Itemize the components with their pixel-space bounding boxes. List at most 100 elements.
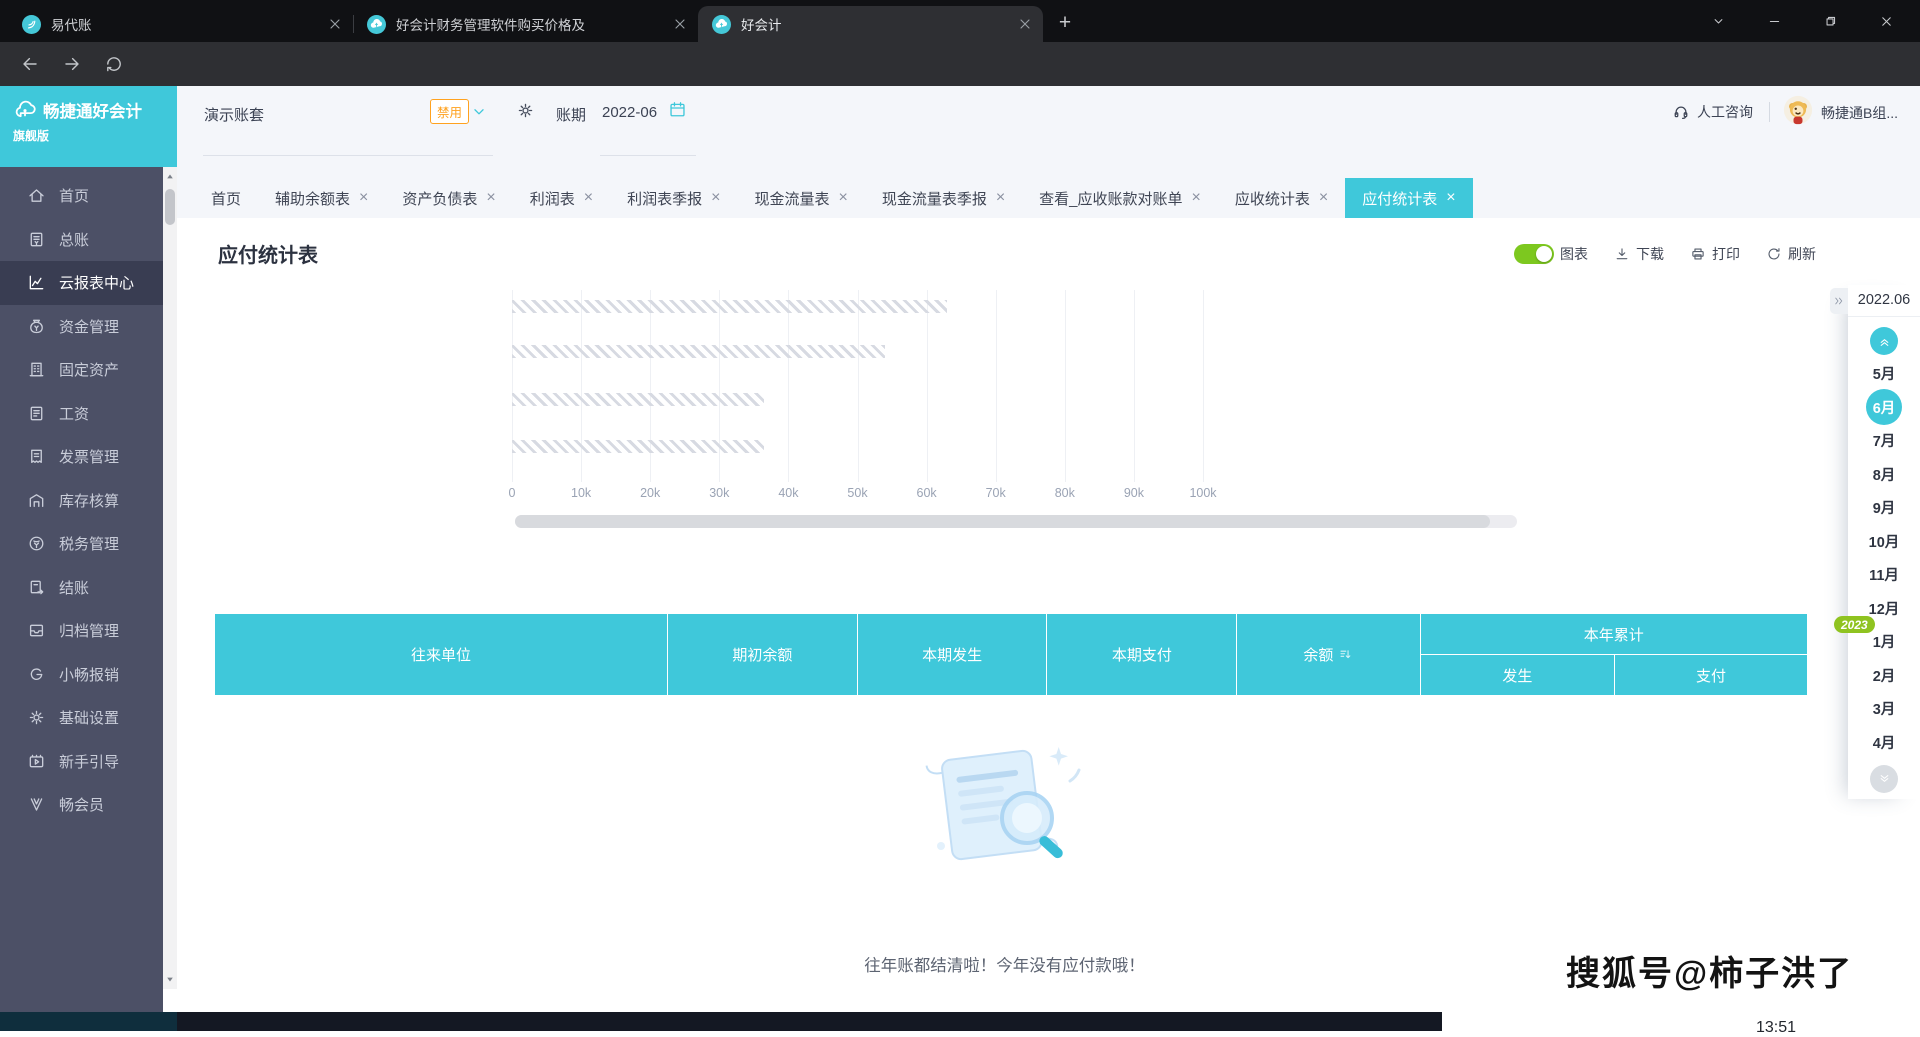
back-icon[interactable] bbox=[20, 54, 40, 74]
report-tab[interactable]: 利润表 bbox=[513, 178, 610, 218]
new-tab-button[interactable]: + bbox=[1051, 10, 1079, 38]
report-tab[interactable]: 首页 bbox=[194, 178, 258, 218]
column-header-balance[interactable]: 余额 bbox=[1237, 614, 1419, 695]
sidebar-item[interactable]: 归档管理 bbox=[0, 609, 163, 653]
report-tab[interactable]: 辅助余额表 bbox=[258, 178, 385, 218]
report-tab-bar: 首页 辅助余额表 资产负债表 利润表 利润表季报 现金流量表 现金流量表季报 bbox=[177, 178, 1473, 218]
sidebar-item[interactable]: 总账 bbox=[0, 218, 163, 262]
tab-close-icon[interactable] bbox=[327, 16, 343, 32]
tab-close-icon[interactable] bbox=[486, 190, 495, 206]
column-subheader[interactable]: 支付 bbox=[1615, 655, 1807, 695]
chart-bar[interactable] bbox=[512, 440, 764, 453]
sidebar-scrollbar[interactable] bbox=[163, 167, 177, 989]
sort-icon[interactable] bbox=[1338, 647, 1353, 662]
month-item[interactable]: 2023 1月 bbox=[1848, 625, 1920, 659]
month-item[interactable]: 3月 bbox=[1848, 692, 1920, 726]
tab-close-icon[interactable] bbox=[1192, 190, 1201, 206]
sidebar-item[interactable]: 首页 bbox=[0, 174, 163, 218]
column-subheader[interactable]: 发生 bbox=[1421, 655, 1615, 695]
sidebar-item[interactable]: 基础设置 bbox=[0, 696, 163, 740]
column-header[interactable]: 期初余额 bbox=[668, 614, 857, 695]
month-item[interactable]: 2月 bbox=[1848, 659, 1920, 693]
report-tab[interactable]: 查看_应收账款对账单 bbox=[1022, 178, 1218, 218]
account-chevron-down-icon[interactable] bbox=[470, 103, 488, 121]
months-scroll-up-button[interactable] bbox=[1870, 327, 1898, 355]
user-name[interactable]: 畅捷通B组... bbox=[1821, 103, 1898, 123]
sidebar-item[interactable]: 库存核算 bbox=[0, 479, 163, 523]
browser-tab[interactable]: 好会计财务管理软件购买价格及 bbox=[353, 6, 698, 42]
toggle-on-switch[interactable] bbox=[1514, 244, 1554, 264]
tab-close-icon[interactable] bbox=[1017, 16, 1033, 32]
chart-bar[interactable] bbox=[512, 300, 947, 313]
tab-close-icon[interactable] bbox=[1446, 190, 1455, 206]
scroll-down-icon[interactable] bbox=[163, 972, 177, 986]
forward-icon[interactable] bbox=[62, 54, 82, 74]
report-tab[interactable]: 应付统计表 bbox=[1345, 178, 1472, 218]
column-header[interactable]: 往来单位 bbox=[215, 614, 667, 695]
tab-close-icon[interactable] bbox=[1319, 190, 1328, 206]
tab-close-icon[interactable] bbox=[359, 190, 368, 206]
tab-close-icon[interactable] bbox=[584, 190, 593, 206]
gear-icon[interactable] bbox=[516, 101, 535, 120]
scroll-up-icon[interactable] bbox=[163, 170, 177, 184]
tab-close-icon[interactable] bbox=[996, 190, 1005, 206]
account-set-name[interactable]: 演示账套 bbox=[204, 104, 264, 125]
minimize-button[interactable] bbox=[1746, 0, 1802, 42]
edition-badge: 旗舰版 bbox=[13, 127, 177, 144]
scrollbar-thumb[interactable] bbox=[165, 189, 175, 225]
report-tab[interactable]: 现金流量表 bbox=[737, 178, 864, 218]
calendar-icon[interactable] bbox=[668, 100, 687, 119]
report-tab[interactable]: 应收统计表 bbox=[1218, 178, 1345, 218]
tab-close-icon[interactable] bbox=[672, 16, 688, 32]
period-value[interactable]: 2022-06 bbox=[602, 104, 657, 121]
month-item[interactable]: 7月 bbox=[1848, 424, 1920, 458]
month-item[interactable]: 11月 bbox=[1848, 558, 1920, 592]
browser-tab[interactable]: 好会计 bbox=[698, 6, 1043, 42]
sidebar-footer-strip bbox=[0, 1012, 177, 1031]
reload-icon[interactable] bbox=[104, 54, 124, 74]
column-header[interactable]: 本期发生 bbox=[858, 614, 1047, 695]
report-tab[interactable]: 利润表季报 bbox=[610, 178, 737, 218]
month-item[interactable]: 10月 bbox=[1848, 525, 1920, 559]
tab-close-icon[interactable] bbox=[711, 190, 720, 206]
month-item[interactable]: 4月 bbox=[1848, 726, 1920, 760]
chart-bar[interactable] bbox=[512, 345, 885, 358]
panel-collapse-handle[interactable] bbox=[1830, 288, 1848, 314]
print-button[interactable]: 打印 bbox=[1690, 244, 1740, 264]
refresh-button[interactable]: 刷新 bbox=[1766, 244, 1816, 264]
months-scroll-down-button[interactable] bbox=[1870, 765, 1898, 793]
support-link[interactable]: 人工咨询 bbox=[1672, 102, 1753, 122]
month-item[interactable]: 6月 bbox=[1848, 391, 1920, 425]
sidebar-item[interactable]: 云报表中心 bbox=[0, 261, 163, 305]
sidebar-item[interactable]: 小畅报销 bbox=[0, 653, 163, 697]
sidebar-item-label: 固定资产 bbox=[59, 359, 119, 380]
column-header[interactable]: 本期支付 bbox=[1047, 614, 1236, 695]
report-tab[interactable]: 现金流量表季报 bbox=[865, 178, 1022, 218]
chart-horizontal-scrollbar[interactable] bbox=[515, 515, 1517, 528]
report-page: 应付统计表 图表 下载 打印 刷新 010k20k30k40k50k60k70k… bbox=[177, 218, 1920, 1012]
sidebar-item[interactable]: 结账 bbox=[0, 566, 163, 610]
tab-close-icon[interactable] bbox=[838, 190, 847, 206]
sidebar-item[interactable]: 税务管理 bbox=[0, 522, 163, 566]
sidebar-item[interactable]: 发票管理 bbox=[0, 435, 163, 479]
download-button[interactable]: 下载 bbox=[1614, 244, 1664, 264]
month-item[interactable]: 5月 bbox=[1848, 357, 1920, 391]
chart-toggle[interactable]: 图表 bbox=[1514, 244, 1588, 264]
month-item[interactable]: 8月 bbox=[1848, 458, 1920, 492]
sidebar-item[interactable]: 工资 bbox=[0, 392, 163, 436]
sidebar-item-icon bbox=[27, 404, 46, 423]
chart-bar[interactable] bbox=[512, 393, 764, 406]
close-button[interactable] bbox=[1858, 0, 1914, 42]
sidebar-item[interactable]: 固定资产 bbox=[0, 348, 163, 392]
sidebar-item-icon bbox=[27, 621, 46, 640]
report-tab[interactable]: 资产负债表 bbox=[385, 178, 512, 218]
restore-button[interactable] bbox=[1802, 0, 1858, 42]
month-item[interactable]: 9月 bbox=[1848, 491, 1920, 525]
sidebar-item[interactable]: 新手引导 bbox=[0, 740, 163, 784]
avatar[interactable] bbox=[1783, 95, 1813, 125]
sidebar-item[interactable]: 畅会员 bbox=[0, 783, 163, 827]
browser-tab[interactable]: 易代账 bbox=[8, 6, 353, 42]
payables-bar-chart: 010k20k30k40k50k60k70k80k90k100k bbox=[512, 290, 1203, 482]
browser-profile-chevron-icon[interactable] bbox=[1690, 0, 1746, 42]
sidebar-item[interactable]: 资金管理 bbox=[0, 305, 163, 349]
